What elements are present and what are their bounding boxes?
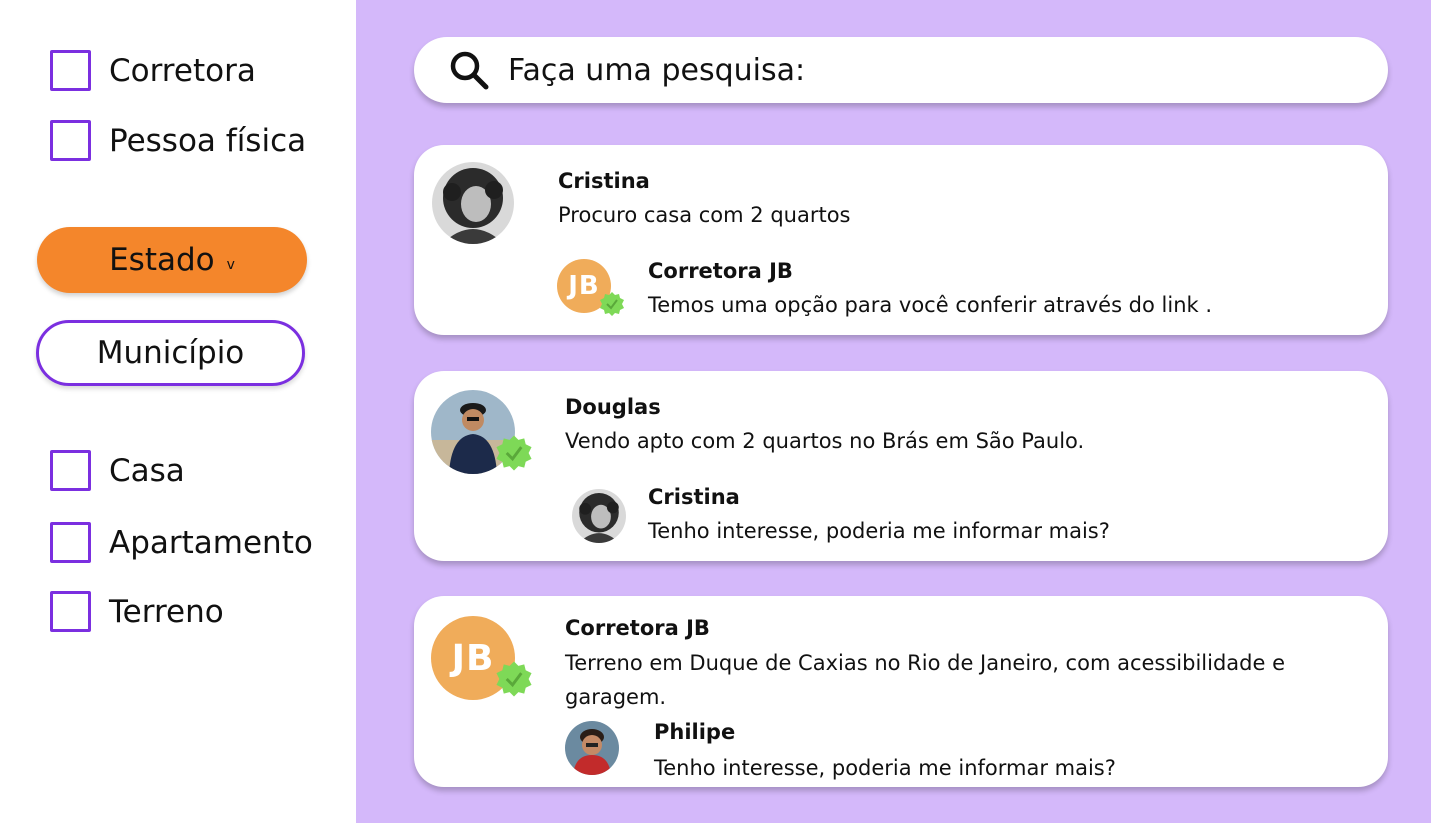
reply-text: Temos uma opção para você conferir atrav… (648, 293, 1213, 317)
search-input[interactable]: Faça uma pesquisa: (414, 37, 1388, 103)
verified-badge-icon (496, 435, 532, 471)
post-text: Procuro casa com 2 quartos (558, 203, 851, 227)
filter-apartamento[interactable]: Apartamento (50, 522, 313, 563)
post-text: Terreno em Duque de Caxias no Rio de Jan… (565, 651, 1285, 709)
verified-badge-icon (600, 292, 624, 316)
avatar[interactable] (572, 489, 626, 543)
post-text: Vendo apto com 2 quartos no Brás em São … (565, 429, 1085, 453)
cristina-photo-icon (572, 489, 626, 543)
philipe-photo-icon (565, 721, 619, 775)
filter-terreno[interactable]: Terreno (50, 591, 224, 632)
estado-dropdown[interactable]: Estado v (37, 227, 307, 293)
avatar[interactable] (565, 721, 619, 775)
municipio-button[interactable]: Município (36, 320, 305, 386)
feed-area: Faça uma pesquisa: Cristina Procuro casa… (356, 0, 1431, 823)
terreno-checkbox[interactable] (50, 591, 91, 632)
terreno-label: Terreno (109, 593, 224, 630)
post-author: Corretora JB (565, 616, 710, 640)
cristina-photo-icon (432, 162, 514, 244)
search-placeholder: Faça uma pesquisa: (508, 52, 806, 88)
filter-pessoa-fisica[interactable]: Pessoa física (50, 120, 306, 161)
post-author: Cristina (558, 169, 650, 193)
casa-label: Casa (109, 452, 185, 489)
apartamento-checkbox[interactable] (50, 522, 91, 563)
reply-text: Tenho interesse, poderia me informar mai… (648, 519, 1110, 543)
filter-corretora[interactable]: Corretora (50, 50, 256, 91)
reply-author: Corretora JB (648, 259, 793, 283)
filter-casa[interactable]: Casa (50, 450, 185, 491)
post-card[interactable]: Douglas Vendo apto com 2 quartos no Brás… (414, 371, 1388, 561)
reply-author: Philipe (654, 720, 736, 744)
chevron-down-icon: v (226, 257, 235, 273)
apartamento-label: Apartamento (109, 524, 313, 561)
search-icon (450, 51, 489, 90)
post-card[interactable]: Cristina Procuro casa com 2 quartos JB C… (414, 145, 1388, 335)
corretora-checkbox[interactable] (50, 50, 91, 91)
pessoa-fisica-checkbox[interactable] (50, 120, 91, 161)
verified-badge-icon (496, 661, 532, 697)
municipio-label: Município (96, 335, 245, 371)
reply-text: Tenho interesse, poderia me informar mai… (654, 756, 1116, 780)
reply-author: Cristina (648, 485, 740, 509)
post-card[interactable]: JB Corretora JB Terreno em Duque de Caxi… (414, 596, 1388, 787)
avatar-initials: JB (451, 637, 495, 679)
casa-checkbox[interactable] (50, 450, 91, 491)
corretora-label: Corretora (109, 52, 256, 89)
pessoa-fisica-label: Pessoa física (109, 122, 307, 159)
avatar[interactable] (432, 162, 514, 244)
estado-label: Estado (109, 242, 215, 278)
avatar-initials: JB (568, 271, 600, 301)
post-author: Douglas (565, 395, 661, 419)
filters-sidebar: Corretora Pessoa física Estado v Municíp… (0, 0, 356, 823)
